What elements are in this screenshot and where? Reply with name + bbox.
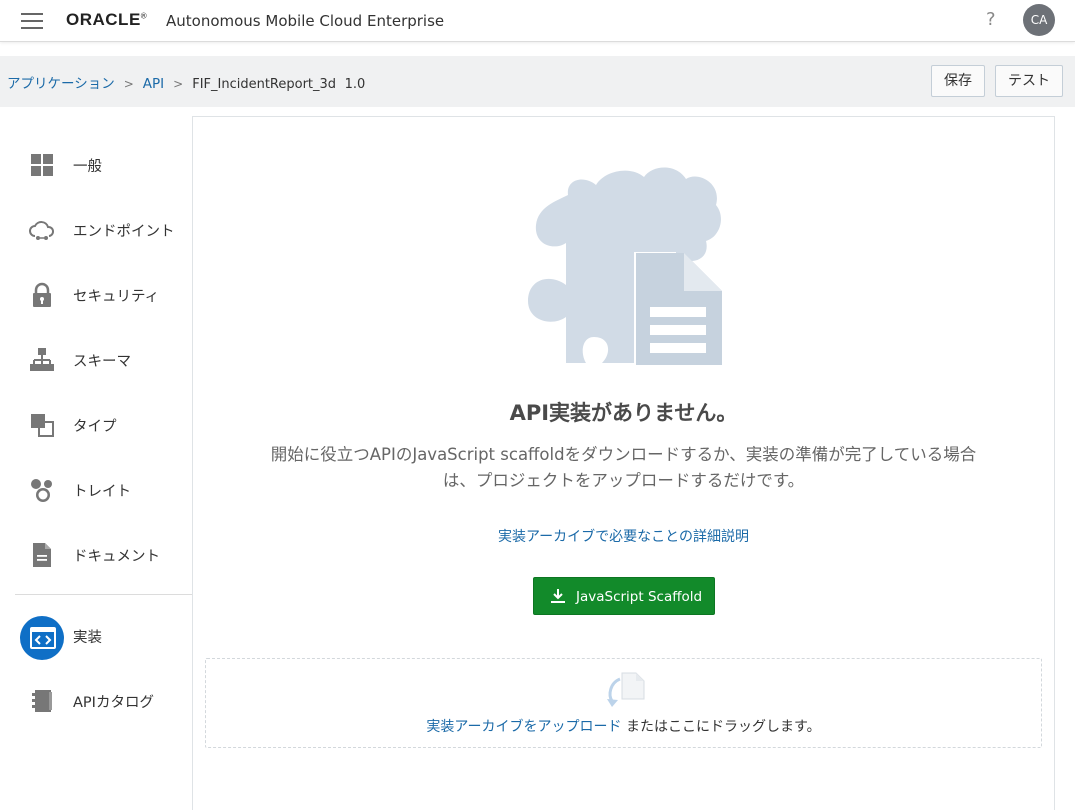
sidebar-item-api-catalog[interactable]: APIカタログ <box>0 674 192 724</box>
breadcrumb-api[interactable]: API <box>143 76 164 92</box>
download-icon <box>551 589 565 603</box>
test-button[interactable]: テスト <box>995 65 1063 97</box>
upload-suffix-text: またはここにドラッグします。 <box>621 719 821 735</box>
circles-icon <box>31 479 52 502</box>
grid-icon <box>31 154 53 176</box>
sidebar-item-label: 実装 <box>73 630 102 646</box>
sidebar-item-label: 一般 <box>73 159 102 175</box>
sidebar-item-label: トレイト <box>73 484 131 500</box>
breadcrumb-separator: > <box>173 77 184 91</box>
hamburger-menu-icon[interactable] <box>21 13 43 29</box>
sidebar-nav: 一般 エンドポイント セキュリティ スキーマ タイプ トレイト ドキュメント 実… <box>0 107 192 810</box>
empty-state-description: 開始に役立つAPIのJavaScript scaffoldをダウンロードするか、… <box>270 445 977 490</box>
sidebar-item-endpoints[interactable]: エンドポイント <box>0 203 192 253</box>
sidebar-item-security[interactable]: セキュリティ <box>0 268 192 318</box>
sidebar-item-implementation[interactable]: 実装 <box>0 609 192 660</box>
empty-state-title: API実装がありません。 <box>509 401 738 425</box>
sidebar-item-label: セキュリティ <box>73 289 160 305</box>
api-version: 1.0 <box>344 77 366 92</box>
breadcrumb-bar: アプリケーション > API > FIF_IncidentReport_3d 1.0 保… <box>0 56 1075 107</box>
document-icon <box>33 543 51 567</box>
upload-instructions: 実装アーカイブをアップロード またはここにドラッグします。 <box>206 716 1041 736</box>
javascript-scaffold-button[interactable]: JavaScript Scaffold <box>533 577 715 615</box>
user-avatar[interactable]: CA <box>1023 4 1055 36</box>
save-button[interactable]: 保存 <box>931 65 985 97</box>
puzzle-document-illustration <box>528 167 722 365</box>
sidebar-divider <box>15 594 192 595</box>
upload-archive-link[interactable]: 実装アーカイブをアップロード <box>426 719 621 735</box>
sidebar-item-traits[interactable]: トレイト <box>0 463 192 513</box>
breadcrumb-current-api: FIF_IncidentReport_3d <box>192 77 337 92</box>
code-icon <box>30 627 56 649</box>
sidebar-item-schema[interactable]: スキーマ <box>0 333 192 383</box>
sidebar-item-documentation[interactable]: ドキュメント <box>0 528 192 578</box>
sidebar-item-types[interactable]: タイプ <box>0 398 192 448</box>
upload-dropzone[interactable]: 実装アーカイブをアップロード またはここにドラッグします。 <box>205 658 1042 748</box>
learn-more-link[interactable]: 実装アーカイブで必要なことの詳細説明 <box>193 526 1054 546</box>
hierarchy-icon <box>30 348 54 371</box>
sidebar-item-label: エンドポイント <box>73 224 175 240</box>
sidebar-item-label: ドキュメント <box>73 549 160 565</box>
upload-file-icon <box>607 672 645 707</box>
sidebar-item-label: スキーマ <box>73 354 131 370</box>
top-header: ORACLE® Autonomous Mobile Cloud Enterpri… <box>0 0 1075 42</box>
breadcrumb: アプリケーション > API > FIF_IncidentReport_3d 1.0 <box>7 72 365 92</box>
sidebar-item-label: APIカタログ <box>73 695 154 711</box>
app-title: Autonomous Mobile Cloud Enterprise <box>166 12 445 30</box>
sidebar-item-general[interactable]: 一般 <box>0 138 192 188</box>
cloud-icon <box>29 221 55 240</box>
breadcrumb-applications[interactable]: アプリケーション <box>7 76 115 92</box>
shapes-icon <box>31 414 54 437</box>
breadcrumb-separator: > <box>123 77 134 91</box>
help-icon[interactable]: ? <box>986 9 996 30</box>
lock-icon <box>33 282 51 307</box>
oracle-logo: ORACLE® <box>66 10 148 29</box>
sidebar-item-label: タイプ <box>73 419 117 435</box>
implementation-panel: API実装がありません。 開始に役立つAPIのJavaScript scaffo… <box>192 116 1055 810</box>
catalog-icon <box>32 690 52 712</box>
scaffold-button-label: JavaScript Scaffold <box>576 589 703 605</box>
